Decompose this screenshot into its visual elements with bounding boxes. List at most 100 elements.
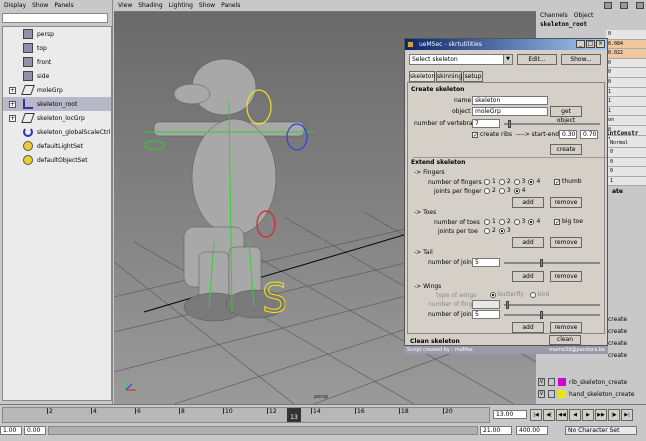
radio-option[interactable]: 2 bbox=[484, 187, 496, 194]
viewport-menu-lighting[interactable]: Lighting bbox=[169, 2, 193, 9]
channel-layout-icon[interactable] bbox=[620, 1, 628, 9]
global-scale-ctrl-s[interactable]: S bbox=[262, 276, 288, 323]
channel-value-field[interactable]: 1 bbox=[606, 97, 646, 107]
start-field[interactable]: 0.30 bbox=[559, 130, 577, 139]
step-forward-icon[interactable]: |▶ bbox=[608, 409, 620, 421]
outliner-item[interactable]: front bbox=[3, 55, 111, 69]
end-field[interactable]: 0.70 bbox=[580, 130, 598, 139]
channel-value-field[interactable]: 0.022 bbox=[606, 49, 646, 59]
object-field[interactable]: moleGrp bbox=[472, 107, 548, 116]
play-back-icon[interactable]: ◀ bbox=[569, 409, 581, 421]
go-end-icon[interactable]: ▶| bbox=[621, 409, 633, 421]
radio-option[interactable]: 2 bbox=[498, 218, 511, 225]
timeline-track[interactable]: 2 4 6 8 10 12 14 16 18 20 13 bbox=[2, 407, 490, 423]
outliner-item[interactable]: defaultObjectSet bbox=[3, 153, 111, 167]
outliner-filter-field[interactable] bbox=[2, 13, 108, 23]
end-frame-field[interactable]: 400.00 bbox=[516, 426, 548, 435]
vertebrae-slider-track[interactable] bbox=[504, 123, 600, 125]
viewport-menu-view[interactable]: View bbox=[118, 2, 132, 9]
channel-value-field[interactable]: 0 bbox=[606, 58, 646, 69]
channel-value-field[interactable]: 0.084 bbox=[606, 39, 646, 50]
vertebrae-field[interactable]: 7 bbox=[472, 119, 500, 128]
radio-option[interactable]: 3 bbox=[498, 227, 511, 234]
wing-joints-slider-knob[interactable] bbox=[540, 311, 543, 319]
range-slider[interactable] bbox=[48, 426, 478, 435]
channel-value-field[interactable]: 0 bbox=[608, 148, 646, 158]
big-toe-checkbox[interactable]: ✓ bbox=[554, 218, 560, 225]
add-wings-button[interactable]: add bbox=[512, 322, 544, 333]
channel-menu-object[interactable]: Object bbox=[574, 12, 594, 19]
layer-edit-toggle[interactable] bbox=[548, 390, 555, 398]
wing-joints-slider-track[interactable] bbox=[504, 314, 600, 316]
tab-skeleton[interactable]: skeleton bbox=[409, 71, 435, 82]
layer-row[interactable]: Vrib_skeleton_create bbox=[538, 376, 642, 388]
play-forward-icon[interactable]: ▶ bbox=[582, 409, 594, 421]
remove-wings-button[interactable]: remove bbox=[550, 322, 582, 333]
radio-option[interactable]: 1 bbox=[484, 178, 496, 185]
outliner-item[interactable]: + skeleton_locGrp bbox=[3, 111, 111, 125]
get-object-button[interactable]: get object bbox=[550, 106, 582, 124]
channel-value-field[interactable]: 0 bbox=[608, 157, 646, 168]
channel-value-field[interactable]: 0 bbox=[606, 30, 646, 40]
radio-option[interactable]: 2 bbox=[484, 227, 496, 234]
chevron-down-icon[interactable]: ▼ bbox=[503, 55, 512, 64]
add-fingers-button[interactable]: add bbox=[512, 197, 544, 208]
thumb-checkbox[interactable]: ✓ bbox=[554, 178, 560, 185]
outliner-item[interactable]: + moleGrp bbox=[3, 83, 111, 97]
tail-joints-field[interactable]: 5 bbox=[472, 258, 500, 267]
outliner-item[interactable]: top bbox=[3, 41, 111, 55]
dialog-titlebar[interactable]: ueMSec - skrtutilities _ □ × bbox=[405, 39, 607, 50]
radio-option[interactable]: 3 bbox=[498, 187, 511, 194]
radio-option[interactable]: 4 bbox=[528, 218, 540, 225]
radio-option[interactable]: 4 bbox=[528, 178, 540, 185]
add-toes-button[interactable]: add bbox=[512, 237, 544, 248]
expand-icon[interactable]: + bbox=[9, 86, 16, 94]
outliner-menu-display[interactable]: Display bbox=[4, 2, 26, 9]
wing-joints-field[interactable]: 5 bbox=[472, 310, 500, 319]
outliner-item[interactable]: + skeleton_root bbox=[3, 97, 111, 111]
viewport-menu-panels[interactable]: Panels bbox=[221, 2, 240, 9]
channel-value-field[interactable]: on bbox=[606, 116, 646, 126]
start-frame-field[interactable]: 1.00 bbox=[0, 426, 22, 435]
step-back-icon[interactable]: ◀| bbox=[543, 409, 555, 421]
channel-menu-channels[interactable]: Channels bbox=[540, 12, 568, 19]
outliner-item[interactable]: defaultLightSet bbox=[3, 139, 111, 153]
create-ribs-checkbox[interactable]: ✓ bbox=[472, 131, 478, 138]
expand-icon[interactable]: + bbox=[9, 100, 16, 108]
outliner-item[interactable]: skeleton_globalScaleCtrl bbox=[3, 125, 111, 139]
tab-skinning[interactable]: skinning bbox=[436, 71, 462, 82]
layer-visibility-toggle[interactable]: V bbox=[538, 378, 545, 386]
key-forward-icon[interactable]: ▶▶ bbox=[595, 409, 607, 421]
outliner-menu-panels[interactable]: Panels bbox=[54, 2, 73, 9]
outliner-item[interactable]: side bbox=[3, 69, 111, 83]
layer-edit-toggle[interactable] bbox=[548, 378, 555, 386]
layer-visibility-toggle[interactable]: V bbox=[538, 390, 545, 398]
layer-row[interactable]: Vhand_skeleton_create bbox=[538, 388, 642, 400]
radio-option[interactable]: 4 bbox=[513, 187, 525, 194]
radio-option[interactable]: 2 bbox=[498, 178, 511, 185]
radio-option[interactable]: 3 bbox=[513, 218, 525, 225]
close-icon[interactable]: × bbox=[596, 40, 605, 48]
playback-start-field[interactable]: 0.00 bbox=[24, 426, 46, 435]
channel-value-field[interactable]: 0 bbox=[606, 77, 646, 88]
current-frame-marker[interactable]: 13 bbox=[287, 408, 301, 422]
add-tail-button[interactable]: add bbox=[512, 271, 544, 282]
clean-button[interactable]: clean bbox=[549, 335, 581, 345]
range-end-field[interactable]: 21.00 bbox=[480, 426, 512, 435]
remove-fingers-button[interactable]: remove bbox=[550, 197, 582, 208]
channel-attr-icon[interactable] bbox=[636, 1, 644, 9]
key-back-icon[interactable]: ◀◀ bbox=[556, 409, 568, 421]
wing-type-butterfly[interactable]: butterfly bbox=[490, 291, 524, 298]
outliner-menu-show[interactable]: Show bbox=[32, 2, 48, 9]
wing-fingers-slider-knob[interactable] bbox=[506, 301, 509, 309]
expand-icon[interactable]: + bbox=[9, 114, 16, 122]
remove-tail-button[interactable]: remove bbox=[550, 271, 582, 282]
maximize-icon[interactable]: □ bbox=[586, 40, 595, 48]
outliner-item[interactable]: persp bbox=[3, 27, 111, 41]
radio-option[interactable]: 3 bbox=[513, 178, 525, 185]
wing-fingers-slider-track[interactable] bbox=[504, 304, 600, 306]
channel-value-field[interactable]: 0 bbox=[606, 68, 646, 78]
radio-option[interactable]: 1 bbox=[484, 218, 496, 225]
channel-value-field[interactable]: 1 bbox=[606, 106, 646, 117]
go-start-icon[interactable]: |◀ bbox=[530, 409, 542, 421]
